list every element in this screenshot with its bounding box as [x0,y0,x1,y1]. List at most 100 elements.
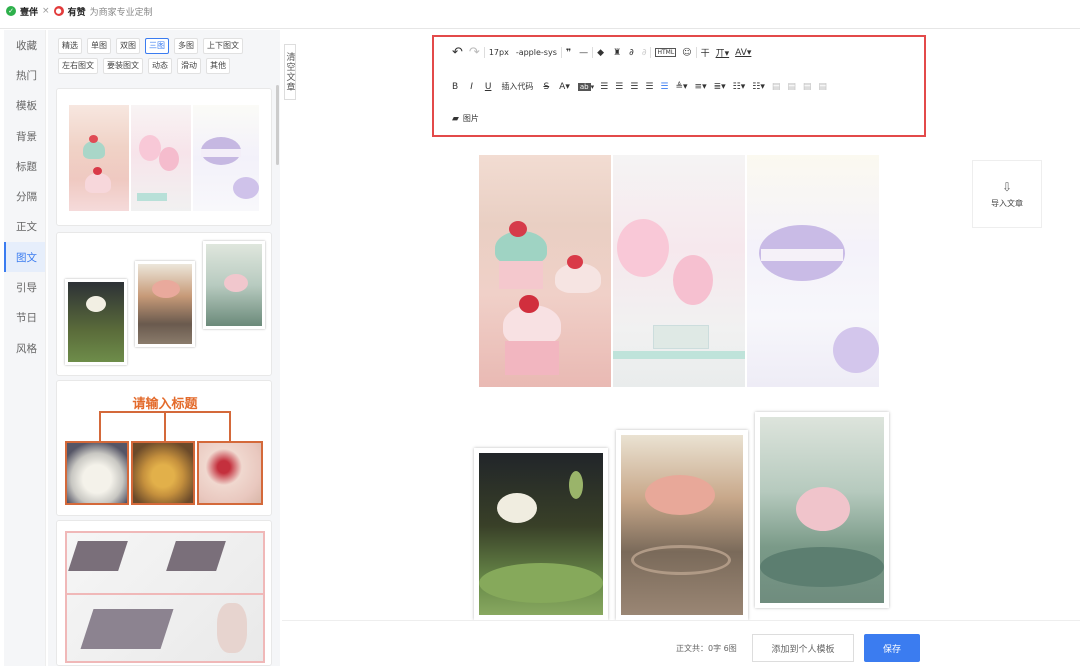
sidebar-item-2[interactable]: 模板 [4,91,45,121]
align-right-icon[interactable]: ☰ [645,82,653,92]
add-to-template-button[interactable]: 添加到个人模板 [752,634,854,662]
emoji-icon[interactable]: ☺ [682,48,691,58]
sidebar-item-0[interactable]: 收藏 [4,30,45,60]
filter-tag-4[interactable]: 多图 [174,38,198,54]
font-color-icon[interactable]: A▾ [559,82,570,92]
filter-tags: 精选 单图 双图 三图 多图 上下图文左右图文 要装图文 动态 滑动 其他 [58,38,268,74]
insert-code-button[interactable]: 插入代码 [501,81,533,92]
sidebar-item-3[interactable]: 背景 [4,121,45,151]
word-count: 正文共：0字 6图 [676,644,737,653]
filter-tag-9[interactable]: 滑动 [177,58,201,74]
import-article-label: 导入文章 [991,198,1023,208]
align-center-icon[interactable]: ☰ [630,82,638,92]
sidebar-item-6[interactable]: 正文 [4,212,45,242]
cotton-candy-photo[interactable] [613,155,745,387]
bottom-bar: 正文共：0字 6图 添加到个人模板 保存 [282,620,1080,666]
vertical-align-icon[interactable]: ≜▾ [675,82,687,92]
strike-icon[interactable]: S [543,82,549,92]
category-sidebar: 收藏 热门 模板 背景 标题 分隔 正文 图文 引导 节日 风格 [4,30,46,666]
filter-tag-2[interactable]: 双图 [116,38,140,54]
sidebar-item-9[interactable]: 节日 [4,303,45,333]
underline-icon[interactable]: U [485,82,492,92]
dessert-thumbnail [197,441,263,505]
eraser-icon[interactable]: ◆ [597,48,604,58]
unordered-list-icon[interactable]: ☷▾ [752,82,765,92]
cupcake-photo[interactable] [479,155,611,387]
html-icon[interactable]: HTML [655,48,677,57]
macaron-photo[interactable] [747,155,879,387]
cupcake-thumbnail [69,105,129,211]
filter-tag-3[interactable]: 三图 [145,38,169,54]
sidebar-item-4[interactable]: 标题 [4,151,45,181]
align-left-icon[interactable]: ☰ [615,82,623,92]
format-brush-icon[interactable]: ♜ [613,48,621,58]
sidebar-item-8[interactable]: 引导 [4,272,45,302]
panel-scrollbar[interactable] [276,85,279,165]
ordered-list-icon[interactable]: ☷▾ [733,82,746,92]
clear-article-button[interactable]: 清空文章 [284,44,296,100]
lotus-pink-photo[interactable] [616,430,748,620]
filter-tag-1[interactable]: 单图 [87,38,111,54]
bold-icon[interactable]: B [452,82,458,92]
import-article-panel[interactable]: ⇩ 导入文章 [972,160,1042,228]
sidebar-item-10[interactable]: 风格 [4,333,45,363]
background-color-icon[interactable]: ab [577,82,591,91]
top-bar: ✓ 壹伴 × ● 有赞 为商家专业定制 [0,0,1080,22]
link-icon[interactable]: ∂ [629,48,634,58]
template-card-2[interactable] [56,232,272,376]
cotton-candy-thumbnail [131,105,191,211]
horizontal-rule-icon[interactable]: — [579,48,588,58]
save-button[interactable]: 保存 [864,634,920,662]
sidebar-item-1[interactable]: 热门 [4,60,45,90]
line-height-icon[interactable]: ≡▾ [695,82,707,92]
yiban-logo-icon: ✓ [6,6,16,16]
float-center-icon[interactable]: ▤ [787,82,796,92]
sidebar-item-7[interactable]: 图文 [4,242,45,273]
filter-tag-6[interactable]: 左右图文 [58,58,98,74]
filter-tag-7[interactable]: 要装图文 [103,58,143,74]
macaron-thumbnail [193,105,259,211]
download-icon: ⇩ [1001,179,1013,194]
template-card-3[interactable]: 请输入标题 [56,380,272,516]
filter-tag-5[interactable]: 上下图文 [203,38,243,54]
lotus-water-photo[interactable] [755,412,889,608]
top-divider [0,28,1080,29]
image-button[interactable]: 图片 [463,113,479,124]
float-left-icon[interactable]: ▤ [772,82,781,92]
template-card-4[interactable] [56,520,272,666]
float-right-icon[interactable]: ▤ [803,82,812,92]
float-none-icon[interactable]: ▤ [818,82,827,92]
app2-name: 有赞 [67,7,86,18]
lotus-white-photo[interactable] [474,448,608,620]
title-placeholder: 请输入标题 [132,397,198,412]
material-panel: 精选 单图 双图 三图 多图 上下图文 左右图文 要装图文 动态 滑动 其他 请… [48,30,280,666]
redo-icon[interactable]: ↷ [469,45,480,60]
lotus-pink-thumbnail [135,261,195,347]
filter-tag-0[interactable]: 精选 [58,38,82,54]
font-family-select[interactable]: -apple-sys [516,48,557,57]
letter-spacing-icon[interactable]: AV▾ [735,48,751,58]
template-card-1[interactable] [56,88,272,226]
unlink-icon[interactable]: ∂ [642,48,647,58]
indent-icon[interactable]: ☰ [600,82,608,92]
cosmetics-thumbnail [65,531,265,663]
quote-icon[interactable]: ❞ [566,48,571,58]
filter-tag-10[interactable]: 其他 [206,58,230,74]
underline-text-icon[interactable]: 丌▾ [716,46,730,59]
strikethrough-text-icon[interactable]: 干 [701,46,710,59]
lotus-water-thumbnail [203,241,265,329]
image-icon[interactable]: ▰ [452,114,459,124]
app1-name: 壹伴 [20,7,39,18]
noodles-thumbnail [131,441,195,505]
rice-thumbnail [65,441,129,505]
app-description: 为商家专业定制 [89,7,153,18]
paragraph-spacing-icon[interactable]: ≣▾ [714,82,726,92]
youzan-logo-icon: ● [53,6,64,16]
editor-toolbar: ↶ ↷ 17px -apple-sys ❞ — ◆ ♜ ∂ ∂ HTML ☺ 干… [432,35,926,137]
sidebar-item-5[interactable]: 分隔 [4,181,45,211]
italic-icon[interactable]: I [470,82,473,92]
align-justify-icon[interactable]: ☰ [660,82,668,92]
undo-icon[interactable]: ↶ [452,45,463,60]
filter-tag-8[interactable]: 动态 [148,58,172,74]
font-size-select[interactable]: 17px [489,48,509,57]
